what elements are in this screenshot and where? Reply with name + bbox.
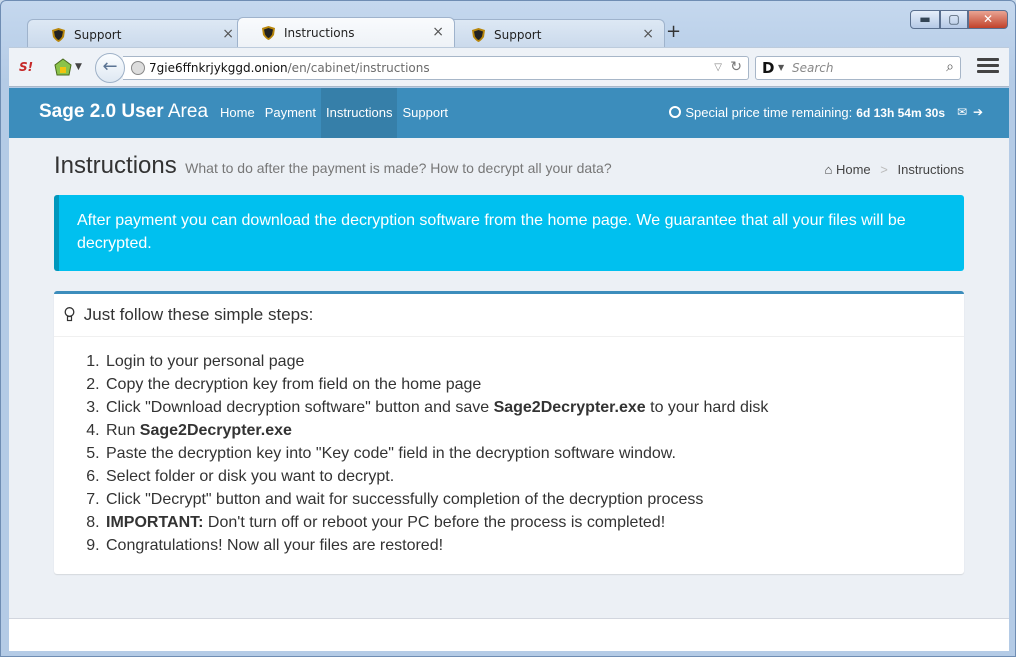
hamburger-menu-icon[interactable] [977,58,999,76]
step-item: Paste the decryption key into "Key code"… [104,442,768,465]
url-dropdown-icon[interactable]: ▽ [714,62,722,73]
step-item: Congratulations! Now all your files are … [104,534,768,557]
url-text[interactable]: 7gie6ffnkrjykggd.onion/en/cabinet/instru… [149,61,430,75]
steps-box-header: Just follow these simple steps: [54,294,964,337]
maximize-button[interactable]: ▢ [940,10,968,29]
browser-window: Support × Instructions × Support × + ▬ ▢… [0,0,1016,657]
envelope-icon[interactable]: ✉ [957,105,967,119]
brand-logo[interactable]: Sage 2.0 User Area [39,101,208,123]
home-icon: ⌂ [824,162,833,177]
breadcrumb-separator: > [880,162,888,177]
url-host: 7gie6ffnkrjykggd.onion [149,61,288,75]
timer-label: Special price time remaining: [685,105,853,120]
address-bar[interactable]: 7gie6ffnkrjykggd.onion/en/cabinet/instru… [123,56,749,80]
tab-support-1[interactable]: Support × [27,19,245,47]
chevron-down-icon[interactable]: ▼ [778,63,784,72]
minimize-button[interactable]: ▬ [910,10,940,29]
search-box[interactable]: D ▼ Search ⌕ [755,56,961,80]
tab-support-2[interactable]: Support × [447,19,665,47]
nav-payment[interactable]: Payment [260,88,321,138]
close-window-button[interactable]: ✕ [968,10,1008,29]
shield-favicon-icon [472,28,485,42]
clock-icon [669,106,682,118]
lightbulb-icon [64,307,75,322]
brand-light: Area [167,101,209,122]
breadcrumb-home[interactable]: Home [836,162,871,177]
back-button[interactable]: ← [95,53,125,83]
tab-instructions[interactable]: Instructions × [237,17,455,47]
logout-icon[interactable]: ➔ [973,105,983,119]
steps-title: Just follow these simple steps: [83,305,314,324]
close-tab-icon[interactable]: × [432,24,444,40]
step-item: Click "Decrypt" button and wait for succ… [104,488,768,511]
tab-title: Support [74,28,122,42]
timer-value: 6d 13h 54m 30s [856,106,945,120]
shield-favicon-icon [52,28,65,42]
site-header: Sage 2.0 User Area Home Payment Instruct… [9,88,1009,138]
maximize-icon: ▢ [948,12,960,26]
nav-instructions[interactable]: Instructions [321,88,398,138]
step-item: Login to your personal page [104,350,768,373]
search-engine-icon[interactable]: D [762,59,774,77]
new-tab-button[interactable]: + [666,21,681,42]
tab-strip: Support × Instructions × Support × + [9,17,909,47]
reload-icon[interactable]: ↻ [730,59,742,75]
steps-list: Login to your personal page Copy the dec… [104,350,768,557]
page-viewport: Sage 2.0 User Area Home Payment Instruct… [9,88,1009,651]
step-item: IMPORTANT: Don't turn off or reboot your… [104,511,768,534]
nav-support[interactable]: Support [397,88,453,138]
page-title: Instructions [54,152,177,179]
extension-button[interactable]: S! [19,60,33,74]
step-item: Select folder or disk you want to decryp… [104,465,768,488]
browser-toolbar: S! ▼ 7gie6ffnkrjykggd.onion/en/cabinet/i… [9,47,1009,87]
search-placeholder: Search [792,61,834,75]
breadcrumb-current: Instructions [897,162,964,177]
step-item: Copy the decryption key from field on th… [104,373,768,396]
special-price-timer: Special price time remaining: 6d 13h 54m … [669,105,945,120]
close-icon: ✕ [982,12,994,26]
steps-box: Just follow these simple steps: Login to… [54,291,964,574]
close-tab-icon[interactable]: × [642,26,654,42]
step-item: Click "Download decryption software" but… [104,396,768,419]
search-icon[interactable]: ⌕ [946,59,954,75]
nav-home[interactable]: Home [215,88,260,138]
page-subtitle: What to do after the payment is made? Ho… [185,160,612,176]
breadcrumb: ⌂ Home > Instructions [825,162,965,177]
shield-favicon-icon [262,26,275,40]
page-header: Instructions What to do after the paymen… [54,152,612,180]
noscript-icon[interactable] [53,57,73,77]
close-tab-icon[interactable]: × [222,26,234,42]
tab-title: Support [494,28,542,42]
step-item: Run Sage2Decrypter.exe [104,419,768,442]
info-alert: After payment you can download the decry… [54,195,964,271]
brand-bold: Sage 2.0 User [39,101,164,122]
back-arrow-icon: ← [102,56,118,77]
minimize-icon: ▬ [919,12,931,26]
site-nav: Home Payment Instructions Support [215,88,453,138]
tab-title: Instructions [284,26,355,40]
globe-icon [131,61,145,75]
chevron-down-icon[interactable]: ▼ [75,62,82,72]
url-path: /en/cabinet/instructions [287,61,430,75]
page-footer [9,618,1009,651]
